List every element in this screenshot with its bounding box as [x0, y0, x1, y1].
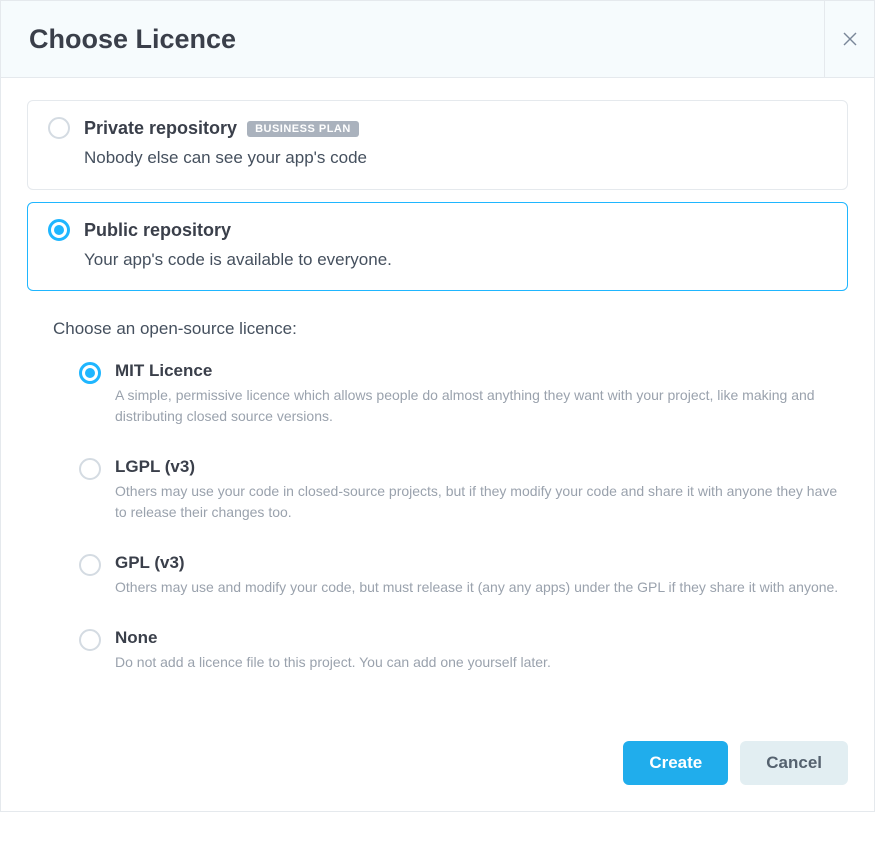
- private-content: Private repository BUSINESS PLAN Nobody …: [84, 117, 827, 171]
- private-title: Private repository: [84, 118, 237, 139]
- lgpl-content: LGPL (v3) Others may use your code in cl…: [115, 457, 848, 523]
- radio-none[interactable]: [79, 629, 101, 651]
- mit-content: MIT Licence A simple, permissive licence…: [115, 361, 848, 427]
- mit-desc: A simple, permissive licence which allow…: [115, 385, 848, 427]
- close-icon: [843, 32, 857, 46]
- radio-lgpl[interactable]: [79, 458, 101, 480]
- private-desc: Nobody else can see your app's code: [84, 145, 827, 171]
- mit-title: MIT Licence: [115, 361, 848, 381]
- dialog-header: Choose Licence: [1, 1, 874, 78]
- private-title-row: Private repository BUSINESS PLAN: [84, 118, 827, 139]
- repo-option-public[interactable]: Public repository Your app's code is ava…: [27, 202, 848, 292]
- public-desc: Your app's code is available to everyone…: [84, 247, 827, 273]
- none-content: None Do not add a licence file to this p…: [115, 628, 848, 673]
- none-title: None: [115, 628, 848, 648]
- dialog-body: Private repository BUSINESS PLAN Nobody …: [1, 78, 874, 725]
- business-plan-badge: BUSINESS PLAN: [247, 121, 359, 137]
- public-title-row: Public repository: [84, 220, 827, 241]
- radio-gpl[interactable]: [79, 554, 101, 576]
- create-button[interactable]: Create: [623, 741, 728, 785]
- radio-public[interactable]: [48, 219, 70, 241]
- section-label: Choose an open-source licence:: [53, 319, 848, 339]
- gpl-content: GPL (v3) Others may use and modify your …: [115, 553, 848, 598]
- radio-mit[interactable]: [79, 362, 101, 384]
- radio-private[interactable]: [48, 117, 70, 139]
- licence-list: MIT Licence A simple, permissive licence…: [27, 361, 848, 673]
- gpl-title: GPL (v3): [115, 553, 848, 573]
- lgpl-title: LGPL (v3): [115, 457, 848, 477]
- public-title: Public repository: [84, 220, 231, 241]
- choose-licence-dialog: Choose Licence Private repository BUSINE…: [0, 0, 875, 812]
- gpl-desc: Others may use and modify your code, but…: [115, 577, 848, 598]
- close-button[interactable]: [824, 1, 874, 77]
- cancel-button[interactable]: Cancel: [740, 741, 848, 785]
- dialog-title: Choose Licence: [1, 1, 824, 77]
- licence-option-gpl[interactable]: GPL (v3) Others may use and modify your …: [79, 553, 848, 598]
- licence-option-none[interactable]: None Do not add a licence file to this p…: [79, 628, 848, 673]
- dialog-footer: Create Cancel: [1, 725, 874, 811]
- repo-option-private[interactable]: Private repository BUSINESS PLAN Nobody …: [27, 100, 848, 190]
- none-desc: Do not add a licence file to this projec…: [115, 652, 848, 673]
- lgpl-desc: Others may use your code in closed-sourc…: [115, 481, 848, 523]
- licence-option-lgpl[interactable]: LGPL (v3) Others may use your code in cl…: [79, 457, 848, 523]
- public-content: Public repository Your app's code is ava…: [84, 219, 827, 273]
- licence-option-mit[interactable]: MIT Licence A simple, permissive licence…: [79, 361, 848, 427]
